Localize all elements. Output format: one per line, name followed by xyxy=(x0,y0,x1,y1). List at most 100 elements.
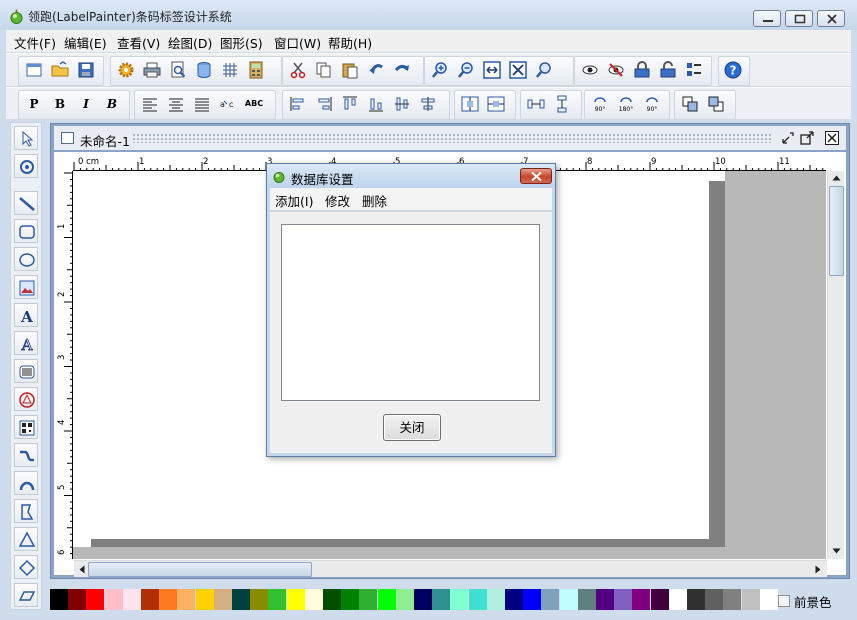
parallelogram-tool[interactable] xyxy=(14,583,38,607)
center-vertical-button[interactable] xyxy=(483,91,509,117)
doc-maximize-button[interactable] xyxy=(799,130,815,146)
color-swatch[interactable] xyxy=(195,589,214,610)
triangle-tool[interactable] xyxy=(14,527,38,551)
zoom-in-button[interactable] xyxy=(427,57,453,83)
grid-button[interactable] xyxy=(217,57,243,83)
dialog-menu-delete[interactable]: 删除 xyxy=(362,191,387,210)
color-swatch[interactable] xyxy=(141,589,159,610)
open-button[interactable] xyxy=(47,57,73,83)
align-objects-top-button[interactable] xyxy=(337,91,363,117)
unlock-button[interactable] xyxy=(655,57,681,83)
copy-button[interactable] xyxy=(311,57,337,83)
scroll-right-icon[interactable] xyxy=(814,565,822,574)
color-swatch[interactable] xyxy=(122,589,141,610)
select-tool[interactable] xyxy=(14,126,38,150)
menu-shape[interactable]: 图形(S) xyxy=(220,33,263,52)
color-swatch[interactable] xyxy=(286,589,305,610)
menu-draw[interactable]: 绘图(D) xyxy=(168,33,212,52)
color-swatch[interactable] xyxy=(268,589,287,610)
color-swatch[interactable] xyxy=(250,589,269,610)
scroll-up-icon[interactable] xyxy=(832,174,841,182)
color-swatch[interactable] xyxy=(741,589,760,610)
foreground-color-checkbox[interactable] xyxy=(778,595,790,607)
arc-tool[interactable] xyxy=(14,471,38,495)
redo-button[interactable] xyxy=(389,57,415,83)
color-swatch[interactable] xyxy=(759,589,778,610)
color-swatch[interactable] xyxy=(414,589,432,610)
color-swatch[interactable] xyxy=(68,589,87,610)
calculator-button[interactable] xyxy=(243,57,269,83)
fit-page-button[interactable] xyxy=(505,57,531,83)
new-button[interactable] xyxy=(21,57,47,83)
dialog-close-button[interactable]: 关闭 xyxy=(383,414,441,441)
color-swatch[interactable] xyxy=(632,589,651,610)
align-center-button[interactable] xyxy=(163,91,189,117)
color-swatch[interactable] xyxy=(341,589,360,610)
rotate-tool[interactable] xyxy=(14,154,38,178)
close-button[interactable] xyxy=(817,10,845,27)
color-swatch[interactable] xyxy=(596,589,614,610)
bold-italic-button[interactable]: B xyxy=(99,91,125,117)
polyline-tool[interactable] xyxy=(14,499,38,523)
help-button[interactable]: ? xyxy=(720,57,746,83)
rotate-left-90-button[interactable]: 90° xyxy=(587,91,613,117)
color-swatch[interactable] xyxy=(213,589,232,610)
color-swatch[interactable] xyxy=(559,589,578,610)
show-button[interactable] xyxy=(577,57,603,83)
color-swatch[interactable] xyxy=(232,589,250,610)
properties-button[interactable] xyxy=(681,57,707,83)
bring-to-front-button[interactable] xyxy=(677,91,703,117)
color-swatch[interactable] xyxy=(723,589,742,610)
dialog-menu-add[interactable]: 添加(I) xyxy=(275,191,313,210)
color-swatch[interactable] xyxy=(50,589,68,610)
curve-tool[interactable] xyxy=(14,443,38,467)
horizontal-scroll-thumb[interactable] xyxy=(88,562,312,577)
distribute-vertical-button[interactable] xyxy=(549,91,575,117)
zoom-out-button[interactable] xyxy=(453,57,479,83)
lock-button[interactable] xyxy=(629,57,655,83)
char-spacing-button[interactable]: ac xyxy=(215,91,241,117)
maximize-button[interactable] xyxy=(785,10,813,27)
menu-help[interactable]: 帮助(H) xyxy=(328,33,372,52)
doc-restore-button[interactable] xyxy=(780,130,796,146)
center-horizontal-button[interactable] xyxy=(457,91,483,117)
color-swatch[interactable] xyxy=(304,589,323,610)
color-swatch[interactable] xyxy=(377,589,396,610)
ellipse-tool[interactable] xyxy=(14,247,38,271)
color-swatch[interactable] xyxy=(104,589,123,610)
undo-button[interactable] xyxy=(363,57,389,83)
paste-button[interactable] xyxy=(337,57,363,83)
menu-view[interactable]: 查看(V) xyxy=(117,33,160,52)
color-swatch[interactable] xyxy=(668,589,687,610)
fit-width-button[interactable] xyxy=(479,57,505,83)
barcode-tool[interactable] xyxy=(14,359,38,383)
color-swatch[interactable] xyxy=(86,589,105,610)
scroll-left-icon[interactable] xyxy=(78,565,86,574)
color-swatch[interactable] xyxy=(468,589,487,610)
bold-button[interactable]: B xyxy=(47,91,73,117)
color-swatch[interactable] xyxy=(159,589,178,610)
menu-edit[interactable]: 编辑(E) xyxy=(64,33,107,52)
color-swatch[interactable] xyxy=(523,589,542,610)
distribute-horizontal-button[interactable] xyxy=(523,91,549,117)
dialog-menu-modify[interactable]: 修改 xyxy=(325,191,350,210)
zoom-actual-button[interactable] xyxy=(531,57,557,83)
text-tool[interactable]: A xyxy=(14,303,38,327)
italic-button[interactable]: I xyxy=(73,91,99,117)
color-swatch[interactable] xyxy=(650,589,669,610)
vertical-scroll-thumb[interactable] xyxy=(829,186,844,276)
rotate-180-button[interactable]: 180° xyxy=(613,91,639,117)
vertical-scrollbar[interactable] xyxy=(827,171,844,559)
align-objects-bottom-button[interactable] xyxy=(363,91,389,117)
color-swatch[interactable] xyxy=(486,589,505,610)
outline-text-tool[interactable]: A xyxy=(14,331,38,355)
dialog-close-x-button[interactable] xyxy=(520,168,552,184)
horizontal-scrollbar[interactable] xyxy=(74,560,827,577)
line-tool[interactable] xyxy=(14,191,38,215)
color-swatch[interactable] xyxy=(705,589,724,610)
color-swatch[interactable] xyxy=(614,589,633,610)
diamond-tool[interactable] xyxy=(14,555,38,579)
color-swatch[interactable] xyxy=(323,589,341,610)
scroll-down-icon[interactable] xyxy=(832,547,841,555)
doc-close-button[interactable] xyxy=(824,130,840,146)
